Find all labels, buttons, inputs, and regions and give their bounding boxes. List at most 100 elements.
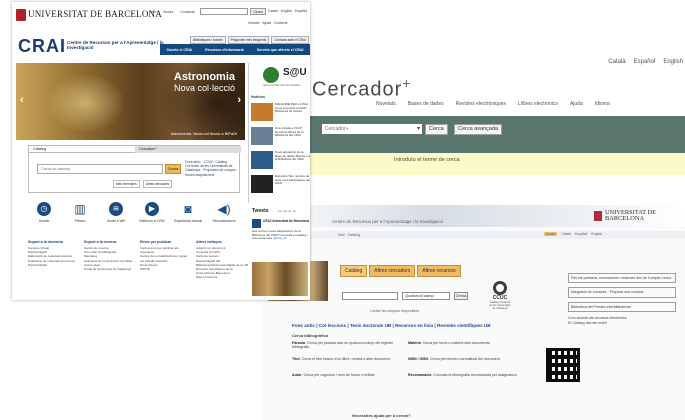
sidebar-box-account[interactable]: Fes els préstecs, renovacions i reserves… [568,273,676,284]
quick-link-visits[interactable]: ▶ Visites en el CRAI [136,202,168,224]
tab-catalog[interactable]: Catàleg [340,265,368,277]
menu-item-journals[interactable]: Revistes electròniques [456,101,506,107]
quick-link-label: Horaris [38,219,50,223]
catalog-field-select[interactable]: Qualsevol camp [402,292,450,300]
small-nav-faq[interactable]: Preguntes més freqüents [227,36,270,44]
top-link-access[interactable]: Accés [163,10,173,14]
more-examples-button[interactable]: Més exemples [113,180,140,188]
catalog-university-name[interactable]: UNIVERSITAT DE BARCELONA [605,209,685,223]
hero-title: Astronomia [173,71,235,83]
catalog-search-input[interactable]: Cerca al catàleg [37,164,163,174]
search-help-term[interactable]: Títol [292,357,300,361]
catalog-search-button[interactable]: Cerca [165,164,181,174]
cercador-search-button[interactable]: Cerca [425,124,448,135]
cercador-logo-plus: + [402,75,412,91]
ccuc-logo[interactable]: CCUC Catàleg Col·lectiu de les Universit… [488,281,512,310]
top-search-button[interactable]: Cerca [250,8,266,15]
news-item[interactable]: MALDORE PER LA PAU: Nova exposició al CR… [251,102,310,125]
catalog-links[interactable]: Fons antic · CCUC: Catàleg Col·lectiu de… [185,160,239,177]
catalog-go-button[interactable]: Cerca [454,292,468,300]
tweet-avatar[interactable] [252,219,261,228]
top-link-home[interactable]: Inici [150,10,156,14]
catalog-quick-links[interactable]: Fons antic | Col·leccions | Tesis doctor… [292,323,491,328]
help-footer-title: Necessites ajuda per a cercar? [352,413,411,418]
crai-logo[interactable]: CRAI [18,36,66,57]
catalog-nav-en[interactable]: English [591,232,602,236]
search-help-term[interactable]: Autor [292,373,302,377]
tab-catalog[interactable]: Cataleg [29,146,135,153]
catalog-nav-es[interactable]: Español [575,232,587,236]
footer-link[interactable]: Web of Science [196,275,248,279]
qr-code-icon [546,348,580,382]
quick-link-exhibitions[interactable]: ◙ Exposicions virtuals [172,202,204,224]
tweet-photo[interactable] [252,262,308,296]
footer-link[interactable]: Revistes Científiques de la Universitat … [196,267,248,275]
quick-link-loan[interactable]: ▥ Préstec [64,202,96,224]
news-thumbnail [251,127,273,145]
search-help-term[interactable]: Paraula [292,341,305,345]
sub-links[interactable]: Intranet · Ajuda · Contacte [248,21,288,25]
sidebar-box-interlibrary[interactable]: Biblioteca del Préstec Interbibliotecari [568,301,676,313]
small-nav-libraries[interactable]: Biblioteques i horaris [190,36,226,44]
catalog-nav-ca[interactable]: Català [561,232,571,236]
tab-other-search[interactable]: Altres cercadors [369,265,416,277]
language-link-es[interactable]: Español [634,59,656,65]
quick-link-wifi[interactable]: ≋ Accés a Wifi [100,202,132,224]
cercador-logo[interactable]: Cercador+ [312,75,411,102]
catalog-breadcrumb[interactable]: Inici · Catàleg [338,233,360,237]
news-thumbnail [251,103,273,121]
chevron-down-icon[interactable]: ▾ [394,124,422,134]
other-search-engines-button[interactable]: Altres cercadors [143,180,173,188]
tab-cercador[interactable]: Cercador+ [135,146,241,153]
menu-item-help[interactable]: Ajuda [570,101,583,107]
search-help-term[interactable]: Recomanació [408,373,431,377]
search-help-text: Cerca el títol exacte d'un llibre, revis… [301,357,391,361]
crai-subtitle: Centre de Recursos per a l'Aprenentatge … [67,40,164,50]
top-link-contact[interactable]: Contacta [180,10,194,14]
search-help-term[interactable]: ISBN / ISSN [408,357,428,361]
menu-item-databases[interactable]: Bases de dades [408,101,444,107]
tab-other-resources[interactable]: Altres recursos [417,265,461,277]
main-nav-resources[interactable]: Recursos d'informació [205,48,244,52]
catalog-nav-access[interactable]: Accés [544,232,558,236]
catalog-nav [262,231,685,239]
main-nav-services[interactable]: Serveis que ofereix el CRAI [257,48,304,52]
tweets-handle[interactable]: per @crai_ub [278,209,296,213]
tweet-author[interactable]: CRAI Universitat de Barcelona [263,219,309,223]
top-search-input[interactable] [200,8,248,15]
cercador-advanced-search-button[interactable]: Cerca avançada [454,124,503,135]
footer-link[interactable]: ORCID [140,267,192,271]
menu-item-news[interactable]: Novetats [376,101,396,107]
news-item[interactable]: Exposició Bon nombre de titols a les bib… [251,174,310,197]
news-item[interactable]: Una mirada a l'ICFP: Recull de llibres d… [251,126,310,149]
footer-link[interactable]: Instruccions per publicar als repositori… [140,246,192,254]
footer-col-title: Eines per publicar [140,240,172,244]
main-nav-about[interactable]: Coneix el CRAI [166,48,192,52]
tweet-link[interactable]: @crai_ub [274,236,287,240]
sau-name[interactable]: S@U [283,67,307,78]
quick-link-recommendations[interactable]: ◀) Recomanacions [208,202,240,224]
menu-item-language[interactable]: Idioma [595,101,610,107]
quick-link-hours[interactable]: ◷ Horaris [28,202,60,224]
footer-link[interactable]: Centre de normalització per signar els t… [140,254,192,262]
ub-shield-icon [16,9,26,21]
catalog-search-input[interactable] [342,292,398,300]
hero-caption: Astronomia. Nova col·lecció a BiPaDi [170,131,237,136]
sau-logo-icon[interactable] [263,67,279,83]
language-link-ca[interactable]: Català [608,59,625,65]
carousel-next-icon[interactable]: › [237,94,241,106]
menu-item-ebooks[interactable]: Llibres electrònics [518,101,558,107]
hero-carousel[interactable]: ‹ › Astronomia Nova col·lecció Astronomi… [16,63,245,140]
news-item[interactable]: Nova adquisició de la Base de dades Maru… [251,150,310,173]
language-link-en[interactable]: English [663,59,683,65]
limit-search-checkbox[interactable]: Limitar les cerques disponibles [370,309,419,313]
language-links[interactable]: Català · English · Español [268,9,307,13]
sidebar-box-purchase[interactable]: Integració de compres · Proposa una comp… [568,287,676,298]
search-help-term[interactable]: Matèria [408,341,421,345]
sidebar-link-mobile[interactable]: El Catàleg des del mòbil [568,321,676,326]
carousel-prev-icon[interactable]: ‹ [20,94,24,106]
footer-link[interactable]: Portal de la Recerca de Catalunya [84,267,136,271]
small-nav-contact[interactable]: Contacta amb el CRAI [271,36,309,44]
footer-link[interactable]: Publicació de materials docents al Dipòs… [28,259,80,267]
search-help-item: Matèria: Cerca per tema o matèria dels d… [408,341,491,345]
